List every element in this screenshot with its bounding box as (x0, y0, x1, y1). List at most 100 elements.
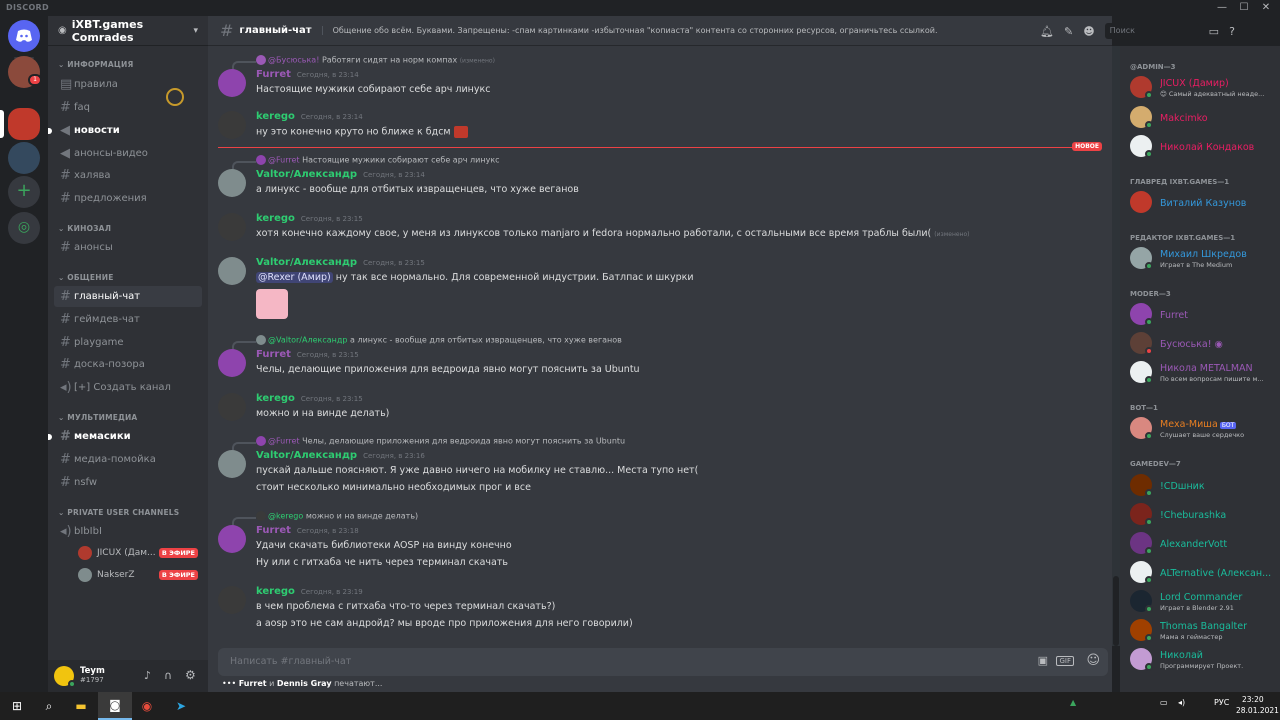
message-author[interactable]: kerego Сегодня, в 23:15 (256, 393, 363, 404)
member-item[interactable]: Николай Программирует Проект. (1130, 646, 1278, 674)
member-item[interactable]: AlexanderVott (1130, 530, 1278, 558)
pin-icon[interactable]: ✎ (1064, 25, 1073, 38)
voice-user[interactable]: NakserZ (78, 565, 135, 585)
sticker-image[interactable] (256, 289, 288, 319)
channel-suggestions[interactable]: # предложения (54, 188, 202, 209)
member-item[interactable]: Furret (1130, 301, 1278, 329)
member-item[interactable]: JICUX (Дамир) 😊 Самый адекватный неаде... (1130, 74, 1278, 102)
maximize-button[interactable]: ☐ (1232, 0, 1256, 16)
channel-video-announcements[interactable]: ◀ анонсы-видео (54, 143, 202, 164)
channel-gamedev-chat[interactable]: # геймдев-чат (54, 309, 202, 330)
avatar[interactable] (218, 393, 246, 421)
message-author[interactable]: kerego Сегодня, в 23:14 (256, 111, 363, 122)
member-item[interactable]: Lord Commander Играет в Blender 2.91 (1130, 588, 1278, 616)
clock-date[interactable]: 28.01.2021 (1236, 706, 1279, 715)
add-server-icon[interactable]: + (8, 176, 40, 208)
channel-freebies[interactable]: # халява (54, 165, 202, 186)
avatar[interactable] (218, 213, 246, 241)
help-icon[interactable]: ? (1229, 25, 1235, 38)
emoji-icon[interactable]: ☺ (1086, 653, 1100, 668)
chat-scrollbar[interactable] (1112, 46, 1120, 646)
channel-wall-of-shame[interactable]: # доска-позора (54, 354, 202, 375)
reply-reference[interactable]: @Furret Челы, делающие приложения для ве… (231, 436, 625, 452)
channel-kino-announcements[interactable]: # анонсы (54, 237, 202, 258)
user-mention[interactable]: @Rexer (Амир) (256, 272, 333, 283)
search-icon[interactable]: ⌕ (32, 692, 66, 720)
avatar[interactable] (218, 349, 246, 377)
message-author[interactable]: kerego Сегодня, в 23:15 (256, 213, 363, 224)
member-item[interactable]: ALTernative (Алексан... (1130, 559, 1278, 587)
channel-playgame[interactable]: # playgame (54, 332, 202, 353)
minimize-button[interactable]: — (1210, 0, 1234, 16)
member-item[interactable]: Makcimko (1130, 104, 1278, 132)
server-ixbt[interactable] (8, 108, 40, 140)
channel-create-voice[interactable]: ◂) [+] Создать канал (54, 377, 202, 398)
volume-icon[interactable]: ◂) (1178, 698, 1185, 707)
message-input[interactable]: Написать #главный-чат ▣ GIF ☺ (218, 648, 1108, 676)
network-icon[interactable]: ▭ (1160, 698, 1168, 707)
message-author[interactable]: Furret Сегодня, в 23:14 (256, 69, 359, 80)
message-author[interactable]: Furret Сегодня, в 23:18 (256, 525, 359, 536)
reply-reference[interactable]: @Бусюська! Работяги сидят на норм компах… (232, 55, 495, 71)
reply-reference[interactable]: @Furret Настоящие мужики собирают себе а… (232, 155, 500, 171)
category-private[interactable]: ⌄ PRIVATE USER CHANNELS (58, 508, 179, 517)
reply-reference[interactable]: @kerego можно и на винде делать) (231, 511, 418, 527)
channel-main-chat[interactable]: # главный-чат (54, 286, 202, 307)
clock-time[interactable]: 23:20 (1242, 695, 1264, 704)
member-item[interactable]: Thomas Bangalter Мама я геймастер (1130, 617, 1278, 645)
member-item[interactable]: !Cheburashka (1130, 501, 1278, 529)
server-icon[interactable] (8, 142, 40, 174)
search-input[interactable]: Поиск (1104, 23, 1199, 39)
tray-app-icon[interactable]: ▲ (1070, 698, 1076, 707)
home-button[interactable] (8, 20, 40, 52)
message-author[interactable]: kerego Сегодня, в 23:19 (256, 586, 363, 597)
avatar[interactable] (218, 586, 246, 614)
category-media[interactable]: ⌄ МУЛЬТИМЕДИА (58, 413, 137, 422)
reply-reference[interactable]: @Valtor/Александр а линукс - вообще для … (232, 335, 622, 351)
channel-news[interactable]: ◀ новости (48, 120, 202, 141)
windows-start-icon[interactable]: ⊞ (0, 692, 34, 720)
message-list[interactable]: @Бусюська! Работяги сидят на норм компах… (208, 47, 1112, 647)
headphones-icon[interactable]: ∩ (164, 669, 172, 682)
category-info[interactable]: ⌄ ИНФОРМАЦИЯ (58, 60, 133, 69)
member-item[interactable]: !CDшник (1130, 472, 1278, 500)
message-author[interactable]: Valtor/Александр Сегодня, в 23:15 (256, 257, 425, 268)
channel-nsfw[interactable]: # nsfw (54, 472, 202, 493)
avatar[interactable] (218, 69, 246, 97)
user-avatar[interactable] (54, 666, 76, 688)
channel-memes[interactable]: # мемасики (48, 426, 202, 447)
avatar[interactable] (218, 111, 246, 139)
avatar[interactable] (218, 525, 246, 553)
member-item[interactable]: Виталий Казунов (1130, 189, 1278, 217)
channel-media-dump[interactable]: # медиа-помойка (54, 449, 202, 470)
member-item[interactable]: Никола METALMAN По всем вопросам пишите м… (1130, 359, 1278, 387)
member-item[interactable]: Меха-Миша БОТ Слушает ваше сердечко (1130, 415, 1278, 443)
channel-topic[interactable]: Общение обо всём. Буквами. Запрещены: -с… (321, 26, 1002, 35)
server-header[interactable]: ◉ iXBT.games Comrades ▾ (48, 16, 208, 46)
bell-icon[interactable]: 🔔︎ (1040, 25, 1054, 38)
avatar[interactable] (218, 257, 246, 285)
close-button[interactable]: ✕ (1254, 0, 1278, 16)
channel-voice-bibibi[interactable]: ◂) bIbIbI (54, 521, 202, 542)
gear-icon[interactable]: ⚙ (185, 668, 196, 682)
category-talk[interactable]: ⌄ ОБЩЕНИЕ (58, 273, 114, 282)
microphone-icon[interactable]: ♪ (144, 669, 151, 682)
language-indicator[interactable]: РУС (1214, 698, 1229, 707)
file-explorer-icon[interactable]: ▬ (64, 692, 98, 720)
chrome-icon[interactable]: ◉ (130, 692, 164, 720)
scrollbar-thumb[interactable] (1113, 576, 1119, 646)
message-author[interactable]: Furret Сегодня, в 23:15 (256, 349, 359, 360)
member-item[interactable]: Михаил Шкредов Играет в The Medium (1130, 245, 1278, 273)
member-item[interactable]: Бусюська! ◉ (1130, 330, 1278, 358)
telegram-icon[interactable]: ➤ (164, 692, 198, 720)
members-icon[interactable]: ☻ (1083, 25, 1094, 38)
gif-button[interactable]: GIF (1056, 656, 1074, 666)
explore-servers-icon[interactable]: ◎ (8, 212, 40, 244)
category-kino[interactable]: ⌄ КИНОЗАЛ (58, 224, 111, 233)
avatar[interactable] (218, 169, 246, 197)
discord-taskbar-icon[interactable]: ◙ (98, 692, 132, 720)
message-author[interactable]: Valtor/Александр Сегодня, в 23:16 (256, 450, 425, 461)
avatar[interactable] (218, 450, 246, 478)
inbox-icon[interactable]: ▭ (1209, 25, 1219, 38)
gift-icon[interactable]: ▣ (1038, 654, 1048, 667)
